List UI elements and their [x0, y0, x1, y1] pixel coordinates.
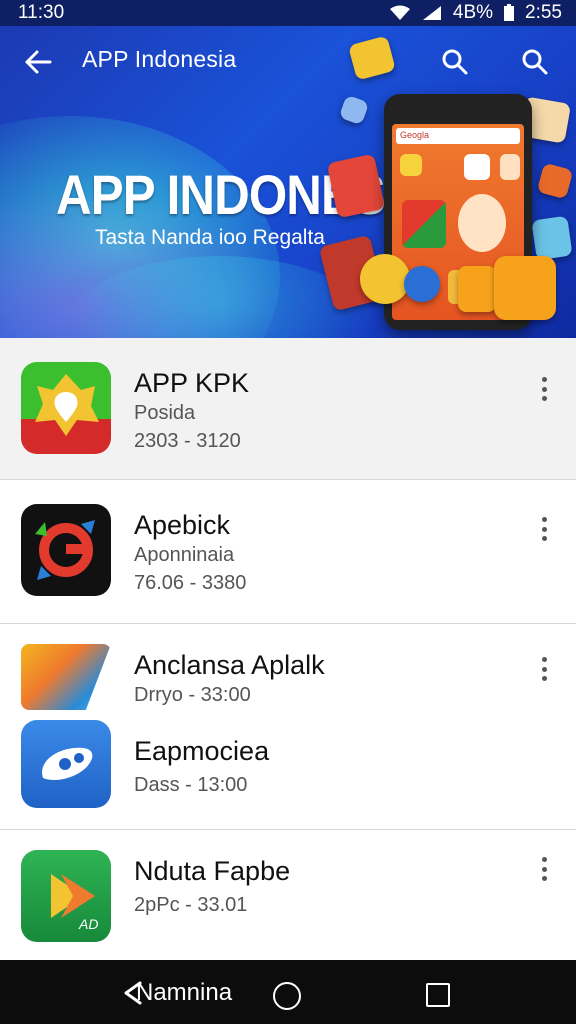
search-button[interactable]	[437, 44, 473, 80]
map-pin-icon	[21, 362, 111, 454]
status-time-right: 2:55	[525, 2, 562, 23]
gear-sticker-icon	[536, 162, 574, 200]
recents-square-icon[interactable]	[426, 983, 450, 1007]
dot	[541, 876, 547, 881]
search-icon	[442, 49, 468, 75]
app-name: Anclansa Aplalk	[134, 650, 325, 680]
more-options-button[interactable]	[532, 374, 556, 404]
music-sticker-icon	[360, 254, 410, 304]
battery-icon	[503, 4, 515, 22]
more-options-button[interactable]	[532, 854, 556, 884]
more-options-button[interactable]	[532, 514, 556, 544]
app-name: APP KPK	[134, 368, 250, 398]
cube-sticker-icon	[338, 94, 370, 126]
mascot-illustration	[458, 194, 506, 252]
app-title: APP Indonesia	[82, 46, 237, 72]
app-meta: 2303 - 3120	[134, 430, 241, 452]
status-time-left: 11:30	[18, 2, 65, 23]
nav-back-label: Namnina	[136, 979, 233, 1006]
app-name: Apebick	[134, 510, 231, 540]
app-name: Nduta Fapbe	[134, 856, 291, 886]
app-meta: Drryo - 33:00	[134, 684, 251, 706]
more-options-button[interactable]	[532, 654, 556, 684]
phone-url-bar: Geogla	[396, 128, 520, 144]
status-bar: 11:30 4B% 2:55	[0, 0, 576, 26]
app-subtitle: Aponninaia	[134, 544, 235, 566]
dot	[541, 517, 547, 522]
g-refresh-icon	[21, 504, 111, 596]
record-sticker-icon	[458, 266, 496, 312]
app-bar: APP Indonesia	[0, 26, 576, 96]
app-tile	[400, 154, 422, 176]
navigation-bar: Namnina	[0, 960, 576, 1024]
app-meta: 76.06 - 3380	[134, 572, 247, 594]
dot	[541, 396, 547, 401]
app-tile	[464, 154, 490, 180]
dot	[541, 386, 547, 392]
hd-tag-icon	[21, 644, 111, 710]
app-list: APP KPK Posida 2303 - 3120 Apebick Aponn…	[0, 338, 576, 960]
link-icon	[21, 720, 111, 808]
play-arrow-icon: AD	[21, 850, 111, 942]
dot	[541, 377, 547, 382]
dot	[541, 526, 547, 532]
app-meta: Dass - 13:00	[134, 774, 248, 796]
arrow-sticker-icon	[494, 256, 556, 320]
dot	[541, 866, 547, 872]
camera-sticker-icon	[404, 266, 440, 302]
dot	[541, 536, 547, 541]
signal-icon	[421, 5, 443, 21]
app-name: Eapmociea	[134, 736, 270, 766]
list-item[interactable]: Anclansa Aplalk Drryo - 33:00 Eapmociea …	[0, 624, 576, 830]
icon-label: AD	[79, 916, 99, 932]
home-circle-icon[interactable]	[273, 982, 301, 1010]
back-button[interactable]	[20, 44, 56, 80]
banner-subtitle: Tasta Nanda ioo Regalta	[95, 226, 325, 249]
network-label: 4B%	[452, 2, 494, 23]
app-meta: 2pPc - 33.01	[134, 894, 248, 916]
nav-back-button[interactable]: Namnina	[122, 978, 232, 1008]
wifi-icon	[389, 5, 411, 21]
search-icon	[522, 49, 548, 75]
dot	[541, 676, 547, 681]
app-subtitle: Posida	[134, 402, 196, 424]
dot	[541, 857, 547, 862]
dot	[541, 657, 547, 662]
list-item[interactable]: APP KPK Posida 2303 - 3120	[0, 338, 576, 480]
list-item[interactable]: Apebick Aponninaia 76.06 - 3380	[0, 480, 576, 624]
app-tile	[500, 154, 520, 180]
header-banner: APP Indonesia APP INDONESIA Tasta Nanda …	[0, 26, 576, 338]
app-tile	[402, 200, 446, 248]
list-item[interactable]: AD Nduta Fapbe 2pPc - 33.01	[0, 830, 576, 960]
search-button-secondary[interactable]	[517, 44, 553, 80]
box-sticker-icon	[531, 215, 573, 261]
dot	[541, 666, 547, 672]
arrow-left-icon	[25, 50, 52, 74]
status-indicators: 4B% 2:55	[389, 2, 562, 24]
